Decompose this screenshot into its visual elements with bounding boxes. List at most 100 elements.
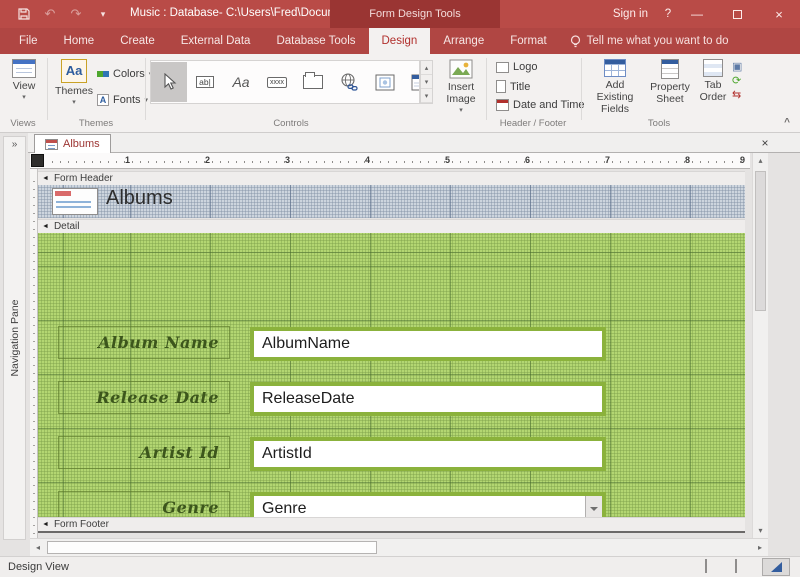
fonts-button[interactable]: A Fonts ▾ — [97, 94, 148, 106]
title-bar: ↶ ↷ ▾ Music : Database- C:\Users\Fred\Do… — [0, 0, 800, 28]
help-icon[interactable]: ? — [658, 0, 678, 28]
collapse-ribbon-icon[interactable]: ^ — [784, 117, 790, 128]
button-control-icon[interactable]: xxxx — [259, 62, 295, 102]
qat-customize-icon[interactable]: ▾ — [96, 5, 110, 23]
horizontal-scroll-thumb[interactable] — [47, 541, 377, 554]
close-document-icon[interactable]: × — [756, 134, 774, 152]
restore-icon — [733, 10, 742, 19]
tab-order-button[interactable]: Tab Order — [696, 59, 730, 103]
convert-macros-icon[interactable]: ⇆ — [732, 90, 742, 101]
vertical-scrollbar[interactable]: ▴ ▾ — [752, 153, 768, 538]
tab-control-icon[interactable] — [295, 62, 331, 102]
gallery-scrollbar[interactable]: ▴ ▾ ▾ — [420, 60, 433, 104]
status-bar: Design View — [0, 556, 800, 577]
release-date-textbox[interactable]: ReleaseDate — [250, 382, 606, 416]
themes-icon: Aa — [61, 59, 87, 83]
ribbon: View ▾ Views Aa Themes ▾ Colors ▾ A Font… — [0, 54, 800, 133]
tab-file[interactable]: File — [6, 28, 51, 54]
close-button[interactable]: × — [764, 0, 794, 28]
hyperlink-control-icon[interactable] — [331, 62, 367, 102]
colors-label: Colors — [113, 68, 145, 80]
restore-button[interactable] — [722, 0, 752, 28]
web-browser-control-icon[interactable] — [403, 62, 420, 102]
form-design-canvas: ◄ Form Header Albums ◄ Detail Album Name… — [38, 169, 752, 540]
tab-format[interactable]: Format — [497, 28, 559, 54]
album-name-textbox[interactable]: AlbumName — [250, 327, 606, 361]
image-frame-control-icon[interactable] — [367, 62, 403, 102]
form-header-label: Form Header — [54, 173, 113, 184]
minimize-button[interactable]: — — [682, 0, 712, 28]
document-tab-label: Albums — [63, 138, 100, 150]
title-button[interactable]: Title — [496, 80, 530, 93]
caret-down-icon: ▾ — [459, 107, 463, 114]
label-glyph: Aa — [232, 74, 249, 90]
navigation-pane-shutter[interactable]: » Navigation Pane — [3, 136, 26, 540]
logo-icon — [496, 62, 509, 73]
views-group-label: Views — [0, 118, 46, 129]
design-view-icon[interactable] — [762, 558, 790, 576]
tab-external-data[interactable]: External Data — [168, 28, 264, 54]
form-header-section-bar[interactable]: ◄ Form Header — [38, 171, 745, 185]
tab-home[interactable]: Home — [51, 28, 108, 54]
title-label: Title — [510, 81, 530, 93]
insert-image-button[interactable]: Insert Image ▾ — [440, 59, 482, 114]
scroll-down-icon[interactable]: ▾ — [753, 523, 768, 538]
album-name-label[interactable]: Album Name — [58, 326, 230, 359]
artist-id-label[interactable]: Artist Id — [58, 436, 230, 469]
logo-button[interactable]: Logo — [496, 61, 537, 73]
scroll-left-icon[interactable]: ◂ — [30, 539, 46, 556]
form-footer-label: Form Footer — [54, 519, 109, 530]
tell-me-box[interactable]: Tell me what you want to do — [570, 28, 729, 54]
ruler-ticks — [52, 161, 746, 163]
form-footer-section-bar[interactable]: ◄ Form Footer — [38, 517, 745, 531]
ruler-number: 9 — [740, 155, 745, 165]
expand-pane-icon[interactable]: » — [4, 139, 25, 150]
ruler-number: 7 — [605, 155, 610, 165]
vertical-scroll-thumb[interactable] — [755, 171, 766, 311]
subform-icon[interactable]: ▣ — [732, 62, 742, 73]
detail-section-bar[interactable]: ◄ Detail — [38, 219, 745, 233]
sign-in-button[interactable]: Sign in — [613, 0, 648, 28]
gallery-scroll-down-icon[interactable]: ▾ — [421, 75, 432, 89]
lightbulb-icon — [570, 35, 581, 48]
tab-order-label: Tab Order — [696, 79, 730, 103]
ribbon-tab-row: File Home Create External Data Database … — [0, 28, 800, 54]
artist-id-textbox[interactable]: ArtistId — [250, 437, 606, 471]
sync-icon[interactable]: ⟳ — [732, 76, 742, 87]
tab-control-glyph — [303, 75, 323, 89]
date-time-button[interactable]: Date and Time — [496, 99, 585, 111]
caret-down-icon: ▾ — [22, 94, 26, 101]
horizontal-scrollbar[interactable]: ◂ ▸ — [30, 538, 768, 556]
header-image-control[interactable] — [52, 188, 98, 215]
form-selector[interactable] — [31, 154, 44, 167]
save-icon[interactable] — [16, 5, 32, 23]
gallery-scroll-up-icon[interactable]: ▴ — [421, 61, 432, 75]
tab-database-tools[interactable]: Database Tools — [263, 28, 368, 54]
redo-icon[interactable]: ↷ — [68, 5, 84, 23]
property-sheet-button[interactable]: Property Sheet — [646, 59, 694, 105]
themes-group-label: Themes — [48, 118, 144, 129]
form-header-band[interactable]: Albums — [38, 185, 745, 218]
gallery-more-icon[interactable]: ▾ — [421, 89, 432, 103]
detail-band[interactable]: Album Name AlbumName Release Date Releas… — [38, 233, 745, 517]
view-button[interactable]: View ▾ — [6, 59, 42, 101]
release-date-label[interactable]: Release Date — [58, 381, 230, 414]
textbox-control-icon[interactable]: ab| — [187, 62, 223, 102]
themes-button[interactable]: Aa Themes ▾ — [54, 59, 94, 106]
tab-create[interactable]: Create — [107, 28, 168, 54]
scroll-up-icon[interactable]: ▴ — [753, 153, 768, 168]
undo-icon[interactable]: ↶ — [42, 5, 58, 23]
add-existing-fields-button[interactable]: Add Existing Fields — [588, 59, 642, 115]
button-glyph: xxxx — [267, 77, 287, 88]
form-view-icon[interactable] — [705, 560, 720, 573]
textbox-glyph: ab| — [196, 76, 214, 89]
document-tab-albums[interactable]: Albums — [34, 134, 111, 153]
tab-design[interactable]: Design — [369, 28, 431, 54]
title-icon — [496, 80, 506, 93]
label-control-icon[interactable]: Aa — [223, 62, 259, 102]
select-pointer-icon[interactable] — [151, 62, 187, 102]
tab-arrange[interactable]: Arrange — [430, 28, 497, 54]
form-title-label[interactable]: Albums — [106, 187, 173, 210]
datasheet-view-icon[interactable] — [735, 560, 750, 573]
scroll-right-icon[interactable]: ▸ — [752, 539, 768, 556]
